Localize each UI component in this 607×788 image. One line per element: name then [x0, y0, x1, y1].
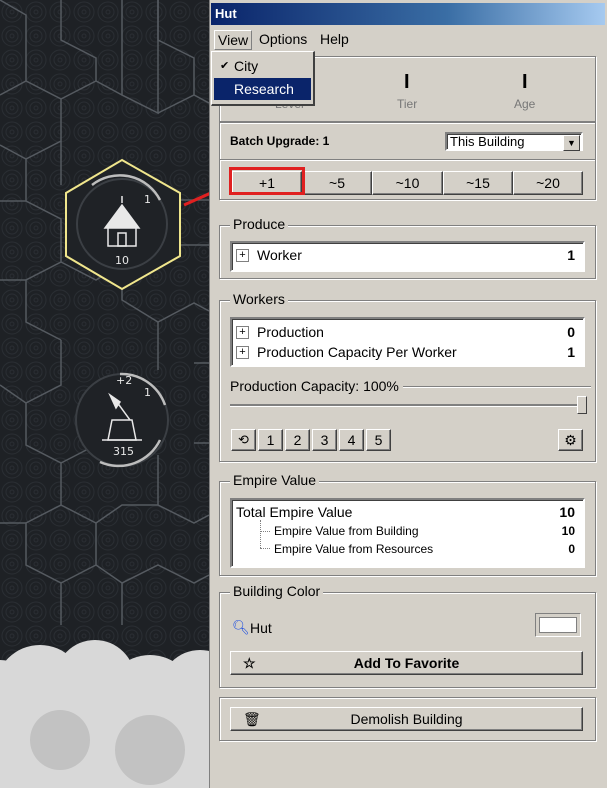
- building-name: Hut: [250, 620, 272, 636]
- hex-grid: [0, 0, 209, 788]
- check-icon: ✔: [220, 60, 230, 72]
- tier-label: Tier: [397, 97, 418, 111]
- refresh-icon: ⟲: [238, 432, 249, 447]
- list-item[interactable]: + Production 0: [236, 322, 575, 342]
- building-color-group: Building Color 🔍︎ Hut ☆ Add To Favorite: [219, 583, 596, 688]
- expand-icon[interactable]: +: [236, 248, 249, 262]
- produce-title: Produce: [230, 216, 289, 232]
- gear-icon: ⚙: [564, 432, 577, 448]
- preset-3-button[interactable]: 3: [312, 429, 337, 451]
- city-map[interactable]: 1 10 +2 1 315: [0, 0, 209, 788]
- menu-bar: View Options Help: [211, 28, 605, 50]
- cycle-button[interactable]: ⟲: [231, 429, 256, 451]
- menu-item-research[interactable]: Research: [214, 78, 311, 100]
- chevron-down-icon[interactable]: ▼: [563, 135, 580, 151]
- capacity-label: Production Capacity: 100%: [230, 378, 403, 394]
- tree-item[interactable]: Empire Value from Resources 0: [274, 540, 575, 558]
- age-value: I: [522, 71, 528, 93]
- workers-group: Workers + Production 0 + Production Capaci…: [219, 291, 596, 462]
- preset-4-button[interactable]: 4: [339, 429, 364, 451]
- trash-icon: 🗑︎: [243, 711, 261, 727]
- produce-group: Produce + Worker 1: [219, 216, 596, 279]
- search-icon[interactable]: 🔍︎: [232, 619, 250, 636]
- menu-item-city[interactable]: ✔ City: [214, 55, 311, 77]
- upgrade-20-button[interactable]: ~20: [513, 171, 583, 195]
- expand-icon[interactable]: +: [236, 325, 249, 339]
- capacity-slider-track[interactable]: [230, 404, 587, 407]
- upgrade-15-button[interactable]: ~15: [443, 171, 513, 195]
- upgrade-10-button[interactable]: ~10: [372, 171, 443, 195]
- demolish-button[interactable]: 🗑︎ Demolish Building: [230, 707, 583, 731]
- preset-2-button[interactable]: 2: [285, 429, 310, 451]
- tile-count: 1: [144, 193, 151, 206]
- expand-icon[interactable]: +: [236, 345, 249, 359]
- capacity-slider-thumb[interactable]: [577, 396, 587, 414]
- demolish-group: 🗑︎ Demolish Building: [219, 697, 596, 741]
- tree-item[interactable]: Total Empire Value 10: [236, 502, 575, 522]
- color-swatch-button[interactable]: [535, 613, 581, 637]
- highlight-box: [229, 167, 305, 195]
- view-dropdown: ✔ City Research: [211, 51, 315, 106]
- batch-upgrade-group: Batch Upgrade: 1 This Building ▼ +1 ~5 ~…: [219, 122, 596, 200]
- color-swatch: [539, 617, 577, 633]
- tile-bonus: +2: [116, 374, 133, 387]
- window-title[interactable]: Hut: [211, 3, 605, 25]
- tile-count: 1: [144, 386, 151, 399]
- list-item[interactable]: + Production Capacity Per Worker 1: [236, 342, 575, 362]
- menu-options[interactable]: Options: [256, 30, 310, 48]
- upgrade-5-button[interactable]: ~5: [302, 171, 372, 195]
- preset-5-button[interactable]: 5: [366, 429, 391, 451]
- menu-help[interactable]: Help: [317, 30, 352, 48]
- tile-value: 10: [115, 254, 129, 267]
- settings-button[interactable]: ⚙: [558, 429, 583, 451]
- tree-item[interactable]: Empire Value from Building 10: [274, 522, 575, 540]
- empire-value-group: Empire Value Total Empire Value 10 Empir…: [219, 472, 596, 576]
- preset-1-button[interactable]: 1: [258, 429, 283, 451]
- star-icon: ☆: [243, 655, 256, 671]
- building-color-title: Building Color: [230, 583, 324, 599]
- tier-value: I: [404, 71, 410, 93]
- list-item[interactable]: + Worker 1: [236, 245, 575, 265]
- age-label: Age: [514, 97, 536, 111]
- produce-list: + Worker 1: [230, 241, 585, 272]
- empire-value-tree: Total Empire Value 10 Empire Value from …: [230, 498, 585, 568]
- tile-value: 315: [113, 445, 134, 458]
- workers-list: + Production 0 + Production Capacity Per W…: [230, 317, 585, 367]
- workers-title: Workers: [230, 291, 288, 307]
- add-favorite-button[interactable]: ☆ Add To Favorite: [230, 651, 583, 675]
- empire-title: Empire Value: [230, 472, 320, 488]
- batch-scope-select[interactable]: This Building ▼: [445, 132, 583, 151]
- menu-view[interactable]: View: [214, 30, 253, 50]
- batch-upgrade-label: Batch Upgrade: 1: [230, 134, 330, 148]
